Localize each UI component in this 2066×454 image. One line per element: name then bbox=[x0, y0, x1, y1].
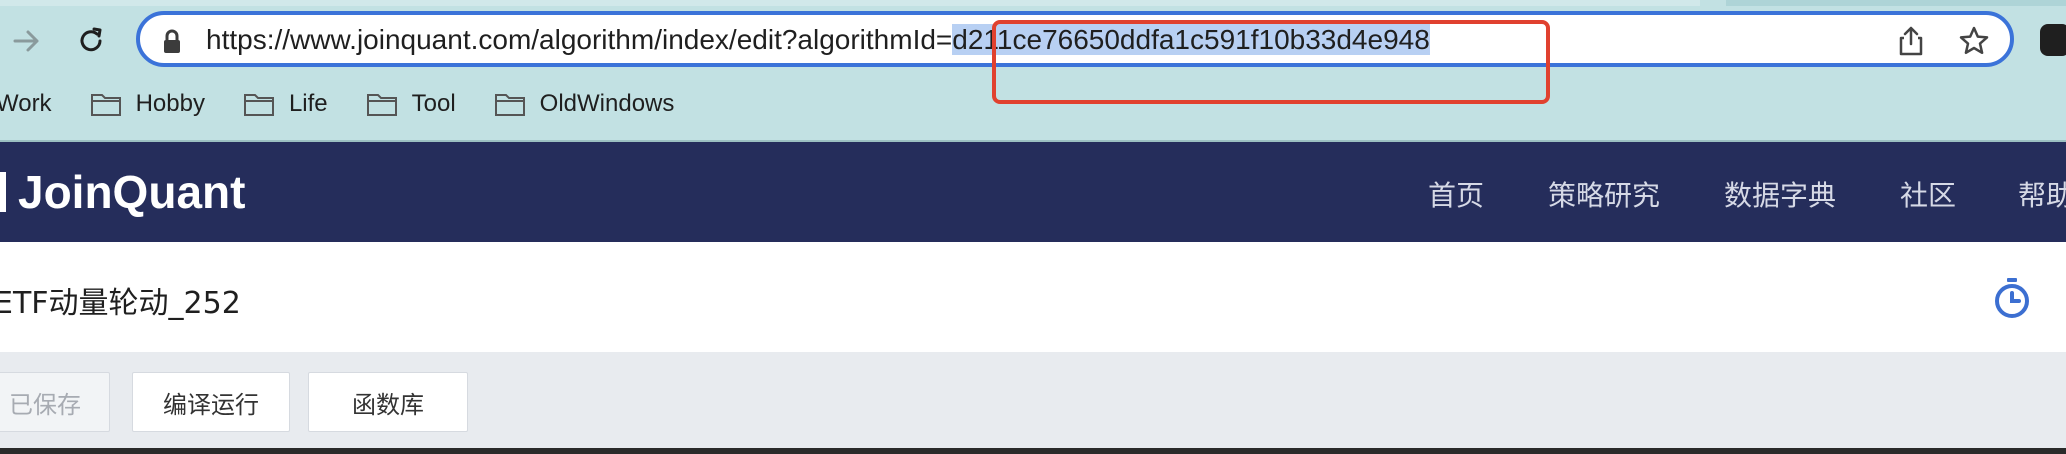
tab-strip bbox=[0, 0, 2066, 6]
editor-toolbar: 已保存 编译运行 函数库 bbox=[0, 352, 2066, 448]
reload-icon bbox=[80, 27, 102, 52]
bookmark-label: OldWindows bbox=[539, 90, 675, 117]
compile-run-button[interactable]: 编译运行 bbox=[132, 372, 290, 432]
bookmark-work[interactable]: Work bbox=[0, 90, 52, 118]
nav-community[interactable]: 社区 bbox=[1900, 174, 1956, 214]
site-header: JoinQuant 首页 策略研究 数据字典 社区 帮助 bbox=[0, 142, 2066, 242]
share-icon[interactable] bbox=[1896, 25, 1926, 57]
stopwatch-icon[interactable] bbox=[1992, 276, 2032, 320]
bookmarks-bar: Work Hobby Life Tool OldWindows bbox=[0, 84, 712, 124]
logo-mark bbox=[0, 172, 6, 212]
folder-icon bbox=[366, 94, 397, 116]
bookmark-hobby[interactable]: Hobby bbox=[90, 90, 205, 118]
bookmark-label: Hobby bbox=[135, 90, 205, 117]
bookmark-label: Tool bbox=[411, 90, 456, 117]
bookmark-label: Work bbox=[0, 90, 52, 117]
forward-button[interactable] bbox=[6, 20, 48, 62]
annotation-highlight-box bbox=[992, 20, 1550, 104]
bookmark-oldwindows[interactable]: OldWindows bbox=[494, 90, 675, 118]
reload-button[interactable] bbox=[70, 20, 112, 62]
function-library-button[interactable]: 函数库 bbox=[308, 372, 468, 432]
nav-home[interactable]: 首页 bbox=[1428, 174, 1484, 214]
strategy-title-bar: ETF动量轮动_252 bbox=[0, 242, 2066, 352]
folder-icon bbox=[90, 94, 121, 116]
url-prefix: https://www.joinquant.com/algorithm/inde… bbox=[206, 24, 953, 55]
bookmark-label: Life bbox=[288, 90, 328, 117]
nav-data-dictionary[interactable]: 数据字典 bbox=[1724, 174, 1836, 214]
nav-strategy-research[interactable]: 策略研究 bbox=[1548, 174, 1660, 214]
folder-icon bbox=[243, 94, 274, 116]
site-logo[interactable]: JoinQuant bbox=[18, 164, 245, 220]
inactive-tab[interactable] bbox=[1726, 0, 2066, 6]
nav-help[interactable]: 帮助 bbox=[2018, 174, 2066, 214]
strategy-title[interactable]: ETF动量轮动_252 bbox=[0, 278, 241, 322]
saved-button[interactable]: 已保存 bbox=[0, 372, 110, 432]
extension-icon[interactable] bbox=[2040, 24, 2066, 56]
star-icon[interactable] bbox=[1958, 25, 1990, 57]
active-tab[interactable] bbox=[0, 0, 1700, 6]
bookmark-life[interactable]: Life bbox=[243, 90, 328, 118]
lock-icon[interactable] bbox=[162, 29, 182, 55]
editor-border bbox=[0, 448, 2066, 454]
arrow-right-icon bbox=[13, 30, 39, 52]
folder-icon bbox=[494, 94, 525, 116]
bookmark-tool[interactable]: Tool bbox=[366, 90, 456, 118]
browser-chrome: https://www.joinquant.com/algorithm/inde… bbox=[0, 0, 2066, 140]
